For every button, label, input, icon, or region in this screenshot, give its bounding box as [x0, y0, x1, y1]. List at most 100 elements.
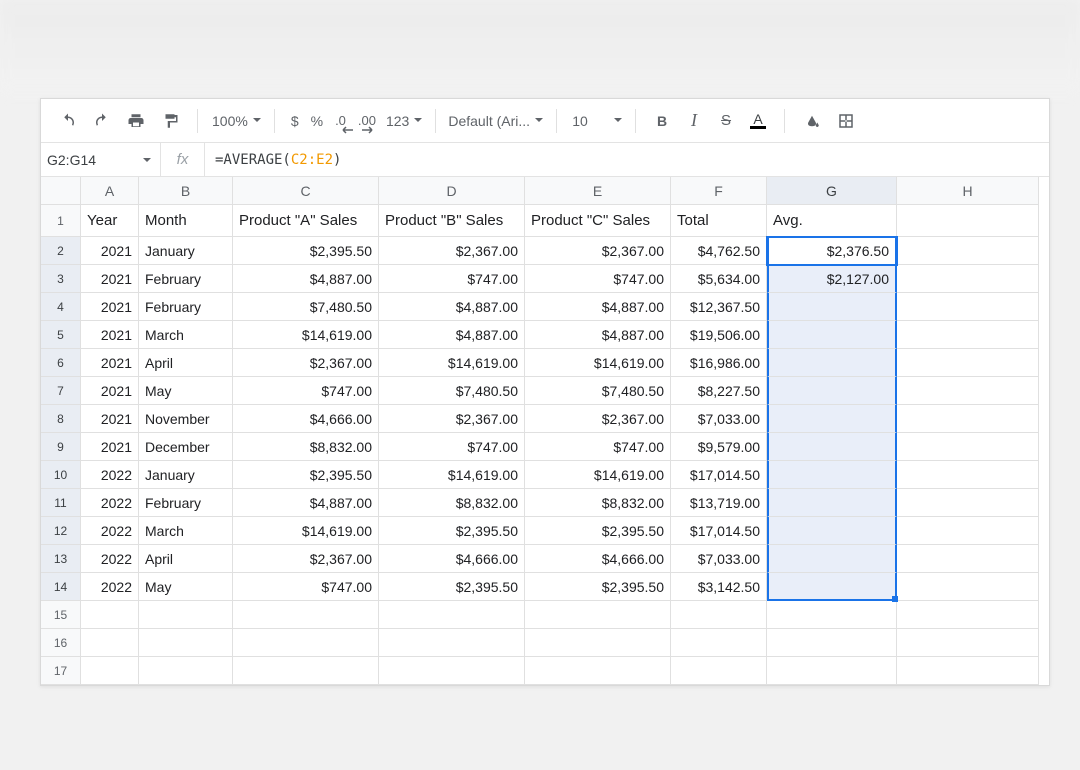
- cell-H6[interactable]: [897, 349, 1039, 377]
- cell-G8[interactable]: [767, 405, 897, 433]
- cell-C10[interactable]: $2,395.50: [233, 461, 379, 489]
- cell-E7[interactable]: $7,480.50: [525, 377, 671, 405]
- cell-H1[interactable]: [897, 205, 1039, 237]
- column-header-A[interactable]: A: [81, 177, 139, 205]
- cell-E13[interactable]: $4,666.00: [525, 545, 671, 573]
- row-header-12[interactable]: 12: [41, 517, 81, 545]
- row-header-7[interactable]: 7: [41, 377, 81, 405]
- row-header-8[interactable]: 8: [41, 405, 81, 433]
- cell-D5[interactable]: $4,887.00: [379, 321, 525, 349]
- cell-B12[interactable]: March: [139, 517, 233, 545]
- row-header-3[interactable]: 3: [41, 265, 81, 293]
- cell-A12[interactable]: 2022: [81, 517, 139, 545]
- cell-D13[interactable]: $4,666.00: [379, 545, 525, 573]
- cell-D7[interactable]: $7,480.50: [379, 377, 525, 405]
- cell-A15[interactable]: [81, 601, 139, 629]
- cell-H4[interactable]: [897, 293, 1039, 321]
- row-header-6[interactable]: 6: [41, 349, 81, 377]
- cell-H17[interactable]: [897, 657, 1039, 685]
- cell-D11[interactable]: $8,832.00: [379, 489, 525, 517]
- cell-A2[interactable]: 2021: [81, 237, 139, 265]
- cell-C13[interactable]: $2,367.00: [233, 545, 379, 573]
- row-header-1[interactable]: 1: [41, 205, 81, 237]
- cell-D15[interactable]: [379, 601, 525, 629]
- cell-B17[interactable]: [139, 657, 233, 685]
- cell-G13[interactable]: [767, 545, 897, 573]
- cell-F12[interactable]: $17,014.50: [671, 517, 767, 545]
- spreadsheet-grid[interactable]: ABCDEFGH1YearMonthProduct "A" SalesProdu…: [41, 177, 1049, 685]
- cell-C15[interactable]: [233, 601, 379, 629]
- cell-H9[interactable]: [897, 433, 1039, 461]
- column-header-H[interactable]: H: [897, 177, 1039, 205]
- cell-E2[interactable]: $2,367.00: [525, 237, 671, 265]
- cell-D9[interactable]: $747.00: [379, 433, 525, 461]
- cell-H10[interactable]: [897, 461, 1039, 489]
- cell-F7[interactable]: $8,227.50: [671, 377, 767, 405]
- bold-button[interactable]: B: [648, 106, 676, 136]
- cell-G7[interactable]: [767, 377, 897, 405]
- cell-A10[interactable]: 2022: [81, 461, 139, 489]
- cell-B15[interactable]: [139, 601, 233, 629]
- column-header-B[interactable]: B: [139, 177, 233, 205]
- formula-input[interactable]: =AVERAGE(C2:E2): [205, 143, 1049, 176]
- cell-H12[interactable]: [897, 517, 1039, 545]
- cell-B3[interactable]: February: [139, 265, 233, 293]
- cell-G4[interactable]: [767, 293, 897, 321]
- cell-E9[interactable]: $747.00: [525, 433, 671, 461]
- cell-E3[interactable]: $747.00: [525, 265, 671, 293]
- cell-B13[interactable]: April: [139, 545, 233, 573]
- cell-F1[interactable]: Total: [671, 205, 767, 237]
- cell-H11[interactable]: [897, 489, 1039, 517]
- cell-C11[interactable]: $4,887.00: [233, 489, 379, 517]
- strikethrough-button[interactable]: S: [712, 106, 740, 136]
- text-color-button[interactable]: A: [744, 106, 772, 136]
- cell-B1[interactable]: Month: [139, 205, 233, 237]
- cell-H7[interactable]: [897, 377, 1039, 405]
- cell-C2[interactable]: $2,395.50: [233, 237, 379, 265]
- number-format-dropdown[interactable]: 123: [384, 112, 423, 130]
- decrease-decimal-button[interactable]: .0: [331, 106, 350, 136]
- cell-C7[interactable]: $747.00: [233, 377, 379, 405]
- row-header-2[interactable]: 2: [41, 237, 81, 265]
- cell-E8[interactable]: $2,367.00: [525, 405, 671, 433]
- cell-D14[interactable]: $2,395.50: [379, 573, 525, 601]
- cell-G6[interactable]: [767, 349, 897, 377]
- cell-D10[interactable]: $14,619.00: [379, 461, 525, 489]
- fill-color-button[interactable]: [797, 106, 827, 136]
- cell-H15[interactable]: [897, 601, 1039, 629]
- cell-B6[interactable]: April: [139, 349, 233, 377]
- undo-button[interactable]: [53, 106, 83, 136]
- column-header-E[interactable]: E: [525, 177, 671, 205]
- row-header-14[interactable]: 14: [41, 573, 81, 601]
- cell-C8[interactable]: $4,666.00: [233, 405, 379, 433]
- cell-H14[interactable]: [897, 573, 1039, 601]
- cell-G10[interactable]: [767, 461, 897, 489]
- cell-A17[interactable]: [81, 657, 139, 685]
- cell-B10[interactable]: January: [139, 461, 233, 489]
- cell-D6[interactable]: $14,619.00: [379, 349, 525, 377]
- cell-C1[interactable]: Product "A" Sales: [233, 205, 379, 237]
- cell-H5[interactable]: [897, 321, 1039, 349]
- cell-H13[interactable]: [897, 545, 1039, 573]
- select-all-corner[interactable]: [41, 177, 81, 205]
- cell-E4[interactable]: $4,887.00: [525, 293, 671, 321]
- cell-D12[interactable]: $2,395.50: [379, 517, 525, 545]
- italic-button[interactable]: I: [680, 106, 708, 136]
- cell-F9[interactable]: $9,579.00: [671, 433, 767, 461]
- font-dropdown[interactable]: Default (Ari...: [448, 112, 544, 130]
- cell-C17[interactable]: [233, 657, 379, 685]
- row-header-15[interactable]: 15: [41, 601, 81, 629]
- cell-A8[interactable]: 2021: [81, 405, 139, 433]
- row-header-11[interactable]: 11: [41, 489, 81, 517]
- cell-A16[interactable]: [81, 629, 139, 657]
- cell-C14[interactable]: $747.00: [233, 573, 379, 601]
- cell-G9[interactable]: [767, 433, 897, 461]
- column-header-G[interactable]: G: [767, 177, 897, 205]
- row-header-5[interactable]: 5: [41, 321, 81, 349]
- cell-G17[interactable]: [767, 657, 897, 685]
- cell-C6[interactable]: $2,367.00: [233, 349, 379, 377]
- cell-C5[interactable]: $14,619.00: [233, 321, 379, 349]
- row-header-17[interactable]: 17: [41, 657, 81, 685]
- cell-B14[interactable]: May: [139, 573, 233, 601]
- cell-D3[interactable]: $747.00: [379, 265, 525, 293]
